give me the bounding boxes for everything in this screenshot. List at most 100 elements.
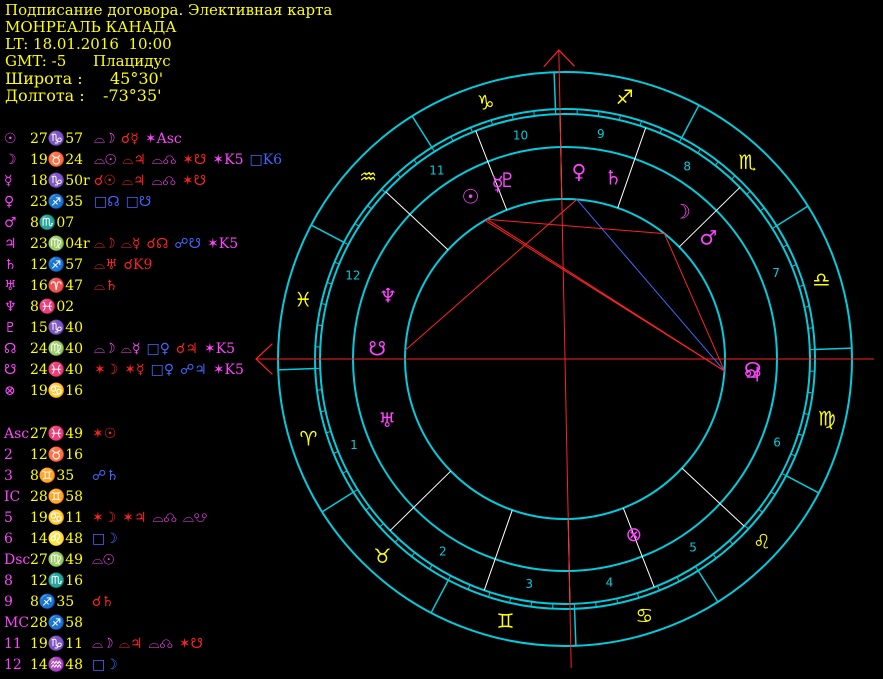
degree-tick bbox=[490, 120, 494, 126]
sign-boundary bbox=[321, 491, 354, 513]
sign-boundary bbox=[573, 608, 577, 646]
planet-glyph-icon: ☋ bbox=[368, 337, 386, 361]
house-cusp-line bbox=[622, 507, 655, 588]
degree-tick bbox=[342, 470, 348, 474]
degree-tick bbox=[450, 136, 454, 142]
degree-tick bbox=[431, 147, 435, 152]
planet-glyph-icon: ☽ bbox=[673, 200, 691, 224]
degree-tick bbox=[411, 552, 416, 557]
zodiac-sign-glyph: ♓ bbox=[294, 287, 312, 311]
sign-boundary bbox=[411, 115, 433, 148]
degree-tick bbox=[731, 175, 736, 180]
degree-tick bbox=[636, 592, 640, 598]
degree-tick bbox=[334, 261, 340, 265]
degree-tick bbox=[676, 576, 680, 582]
degree-tick bbox=[379, 523, 384, 528]
aspect-line bbox=[484, 219, 725, 372]
sign-boundary bbox=[785, 475, 820, 494]
sign-boundary bbox=[681, 104, 700, 139]
house-number: 2 bbox=[439, 545, 447, 559]
degree-tick bbox=[695, 566, 699, 571]
house-cusp-line bbox=[385, 191, 449, 251]
zodiac-sign-glyph: ♈ bbox=[300, 426, 318, 450]
planet-glyph-icon: ☊ bbox=[744, 357, 762, 381]
zodiac-sign-glyph: ♋ bbox=[635, 604, 653, 628]
degree-tick bbox=[413, 159, 418, 165]
degree-tick bbox=[746, 190, 751, 195]
planet-glyph-icon: ⊗ bbox=[625, 522, 642, 546]
house-cusp-line bbox=[483, 509, 513, 591]
house-number: 9 bbox=[597, 127, 605, 141]
degree-tick bbox=[714, 161, 719, 166]
zodiac-sign-glyph: ♐ bbox=[616, 85, 634, 109]
house-number: 11 bbox=[429, 163, 444, 177]
planet-glyph-icon: ♀ bbox=[572, 160, 587, 184]
degree-tick bbox=[394, 538, 399, 543]
degree-tick bbox=[353, 489, 358, 493]
house-number: 10 bbox=[513, 128, 528, 142]
degree-tick bbox=[396, 173, 401, 178]
zodiac-sign-glyph: ♒ bbox=[359, 165, 377, 189]
degree-tick bbox=[343, 241, 349, 246]
planet-glyph-icon: ♆ bbox=[379, 283, 397, 307]
degree-tick bbox=[744, 525, 749, 530]
degree-tick bbox=[354, 223, 360, 227]
degree-tick bbox=[759, 207, 765, 212]
house-number: 1 bbox=[350, 438, 358, 452]
zodiac-sign-glyph: ♏ bbox=[739, 150, 757, 174]
house-number: 6 bbox=[773, 436, 781, 450]
degree-tick bbox=[317, 324, 323, 327]
sign-boundary bbox=[278, 367, 316, 371]
house-number: 3 bbox=[525, 577, 533, 591]
house-cusp-line bbox=[681, 467, 745, 527]
degree-tick bbox=[712, 553, 717, 559]
zodiac-sign-glyph: ♌ bbox=[753, 529, 771, 553]
natal-wheel: ♈♉♊ ♋♌♍♎♏♐♑♒♓123 456789101112☉☽☿ ♀♂♃♄♅♆♇☊☋⊗ bbox=[255, 49, 874, 668]
degree-tick bbox=[772, 225, 777, 229]
degree-tick bbox=[533, 110, 535, 116]
degree-tick bbox=[782, 244, 788, 248]
zodiac-sign-glyph: ♎ bbox=[813, 268, 831, 292]
degree-tick bbox=[808, 327, 814, 329]
degree-tick bbox=[758, 508, 763, 513]
aspect-line bbox=[486, 218, 665, 235]
degree-tick bbox=[659, 128, 663, 134]
degree-tick bbox=[781, 472, 787, 477]
sign-boundary bbox=[310, 224, 345, 243]
house-number: 12 bbox=[345, 268, 360, 282]
degree-tick bbox=[447, 575, 452, 581]
sign-boundary bbox=[430, 579, 449, 614]
house-number: 5 bbox=[689, 541, 697, 555]
degree-tick bbox=[729, 540, 734, 545]
zodiac-sign-glyph: ♑ bbox=[477, 90, 495, 114]
degree-tick bbox=[326, 430, 332, 434]
degree-tick bbox=[807, 391, 813, 394]
degree-tick bbox=[365, 506, 371, 511]
degree-tick bbox=[770, 491, 776, 495]
house-number: 4 bbox=[606, 576, 614, 590]
degree-tick bbox=[316, 389, 322, 391]
degree-tick bbox=[467, 584, 471, 590]
degree-tick bbox=[798, 284, 804, 288]
planet-glyph-icon: ♇ bbox=[498, 168, 516, 192]
degree-tick bbox=[597, 111, 600, 117]
house-number: 7 bbox=[772, 266, 780, 280]
degree-tick bbox=[381, 188, 386, 193]
zodiac-sign-glyph: ♍ bbox=[818, 407, 836, 431]
house-number: 8 bbox=[683, 159, 691, 173]
sign-boundary bbox=[553, 72, 557, 110]
planet-glyph-icon: ♂ bbox=[699, 225, 717, 249]
degree-tick bbox=[429, 564, 433, 570]
planet-glyph-icon: ♄ bbox=[604, 165, 622, 189]
degree-tick bbox=[697, 148, 701, 154]
sign-boundary bbox=[697, 570, 719, 603]
zodiac-sign-glyph: ♉ bbox=[374, 544, 392, 568]
sign-boundary bbox=[776, 205, 809, 227]
house-cusp-line bbox=[389, 470, 452, 531]
planet-glyph-icon: ♅ bbox=[378, 408, 396, 432]
planet-glyph-icon: ☉ bbox=[462, 184, 480, 208]
sign-boundary bbox=[814, 347, 852, 351]
degree-tick bbox=[678, 137, 683, 143]
degree-tick bbox=[530, 601, 533, 607]
zodiac-sign-glyph: ♊ bbox=[496, 609, 514, 633]
